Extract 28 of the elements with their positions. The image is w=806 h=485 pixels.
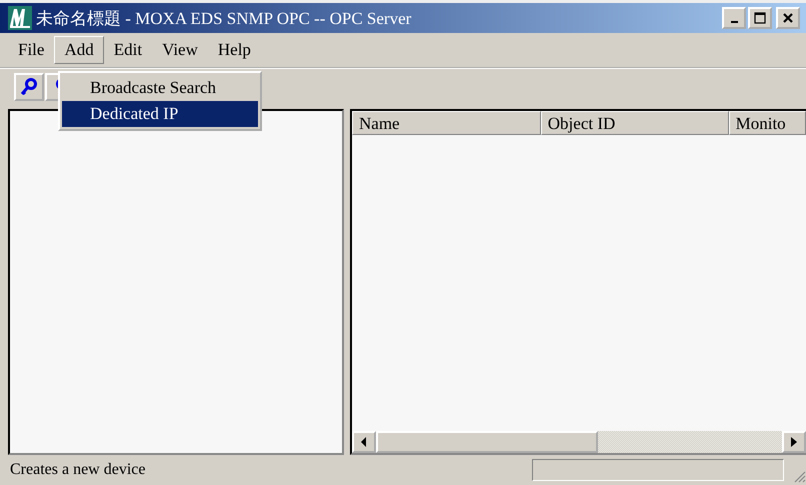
menu-item[interactable]: Add: [54, 36, 104, 64]
scroll-right-button[interactable]: [782, 431, 806, 453]
menu-item[interactable]: File: [8, 36, 54, 64]
toolbar-button[interactable]: [14, 73, 44, 101]
scroll-left-button[interactable]: [352, 431, 376, 453]
left-arrow-icon: [361, 437, 367, 447]
key-icon: [19, 77, 39, 97]
column-header[interactable]: Monito: [728, 111, 806, 135]
menu-option[interactable]: Broadcaste Search: [62, 75, 258, 101]
right-arrow-icon: [791, 437, 797, 447]
column-header[interactable]: Name: [352, 111, 541, 135]
menu-item[interactable]: View: [152, 36, 208, 64]
minimize-button[interactable]: [722, 7, 746, 29]
menu-item[interactable]: Help: [208, 36, 261, 64]
resize-grip-icon[interactable]: [792, 469, 806, 483]
horizontal-scrollbar[interactable]: [352, 431, 806, 453]
maximize-button[interactable]: [748, 7, 772, 29]
column-header[interactable]: Object ID: [540, 111, 729, 135]
menu-option[interactable]: Dedicated IP: [62, 101, 258, 127]
status-message: Creates a new device: [10, 461, 146, 479]
logo-icon: [8, 6, 32, 30]
scroll-thumb[interactable]: [376, 431, 598, 453]
minimize-icon: [730, 21, 738, 23]
maximize-icon: [754, 12, 766, 24]
close-icon: [782, 12, 794, 24]
close-button[interactable]: [776, 7, 800, 29]
menu-item[interactable]: Edit: [104, 36, 152, 64]
window-title: 未命名標題 - MOXA EDS SNMP OPC -- OPC Server: [36, 8, 412, 30]
